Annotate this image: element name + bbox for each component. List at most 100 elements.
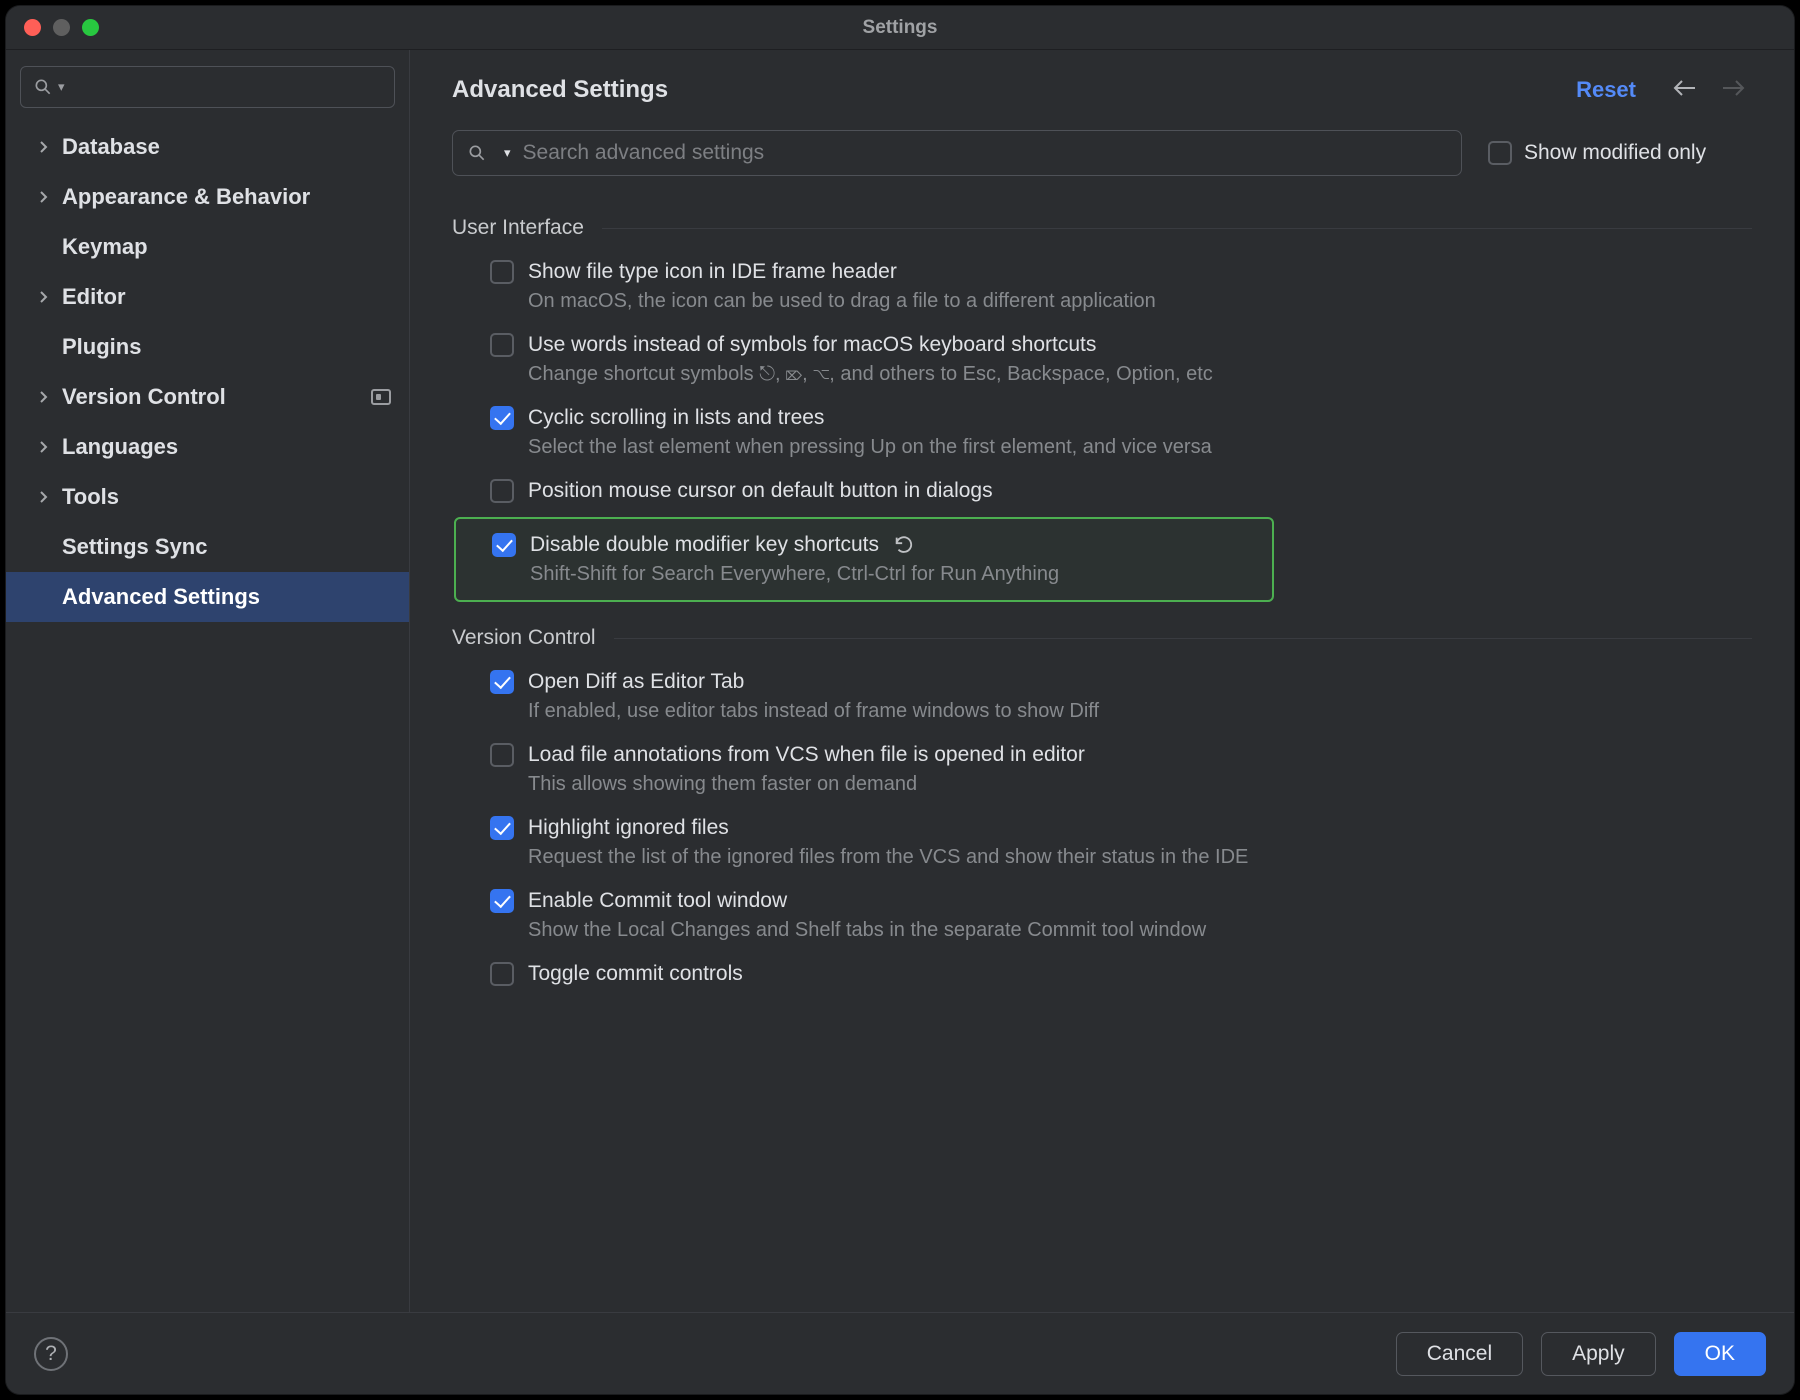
reset-link[interactable]: Reset <box>1576 77 1636 103</box>
sidebar-item-version-control[interactable]: Version Control <box>6 372 409 422</box>
footer: ? Cancel Apply OK <box>6 1312 1794 1394</box>
sidebar-item-label: Database <box>62 134 160 160</box>
sidebar-item-label: Appearance & Behavior <box>62 184 310 210</box>
sidebar-search[interactable]: ▾ <box>20 66 395 108</box>
maximize-icon[interactable] <box>82 19 99 36</box>
chevron-right-icon <box>38 291 62 303</box>
chevron-right-icon <box>38 141 62 153</box>
settings-tree: Database Appearance & Behavior Keymap Edito… <box>6 122 409 1312</box>
sidebar-item-label: Editor <box>62 284 126 310</box>
option-row: Highlight ignored files Request the list … <box>452 806 1752 879</box>
section-title: User Interface <box>452 216 1752 240</box>
ok-button[interactable]: OK <box>1674 1332 1766 1376</box>
checkbox[interactable] <box>490 479 514 503</box>
show-modified-label: Show modified only <box>1524 141 1706 165</box>
option-label[interactable]: Cyclic scrolling in lists and trees <box>528 406 824 430</box>
show-modified-only[interactable]: Show modified only <box>1488 141 1706 165</box>
revert-icon[interactable] <box>893 534 915 556</box>
chevron-right-icon <box>38 441 62 453</box>
close-icon[interactable] <box>24 19 41 36</box>
chevron-right-icon <box>38 391 62 403</box>
search-icon <box>467 143 487 163</box>
sidebar-item-label: Plugins <box>62 334 141 360</box>
sidebar-item-tools[interactable]: Tools <box>6 472 409 522</box>
option-label[interactable]: Show file type icon in IDE frame header <box>528 260 897 284</box>
sidebar-item-settings-sync[interactable]: Settings Sync <box>6 522 409 572</box>
checkbox[interactable] <box>490 670 514 694</box>
option-description: If enabled, use editor tabs instead of f… <box>528 700 1752 723</box>
sidebar-item-plugins[interactable]: Plugins <box>6 322 409 372</box>
option-row: Disable double modifier key shortcuts Shi… <box>454 517 1274 602</box>
sidebar-item-label: Version Control <box>62 384 226 410</box>
sidebar-item-advanced-settings[interactable]: Advanced Settings <box>6 572 409 622</box>
option-description: Select the last element when pressing Up… <box>528 436 1752 459</box>
window-title: Settings <box>6 17 1794 39</box>
checkbox[interactable] <box>1488 141 1512 165</box>
chevron-down-icon: ▾ <box>504 145 511 161</box>
modified-indicator-icon <box>371 389 391 405</box>
sidebar-item-label: Tools <box>62 484 119 510</box>
settings-content: User Interface Show file type icon in IDE… <box>410 182 1794 1312</box>
option-description: On macOS, the icon can be used to drag a… <box>528 290 1752 313</box>
checkbox[interactable] <box>490 743 514 767</box>
option-label[interactable]: Position mouse cursor on default button … <box>528 479 993 503</box>
checkbox[interactable] <box>490 333 514 357</box>
option-row: Cyclic scrolling in lists and trees Selec… <box>452 396 1752 469</box>
section-user-interface: User Interface Show file type icon in IDE… <box>452 216 1752 602</box>
option-label[interactable]: Load file annotations from VCS when file… <box>528 743 1085 767</box>
forward-button[interactable] <box>1720 78 1746 103</box>
cancel-button[interactable]: Cancel <box>1396 1332 1523 1376</box>
sidebar-item-appearance-behavior[interactable]: Appearance & Behavior <box>6 172 409 222</box>
option-row: Position mouse cursor on default button … <box>452 469 1752 513</box>
option-label[interactable]: Use words instead of symbols for macOS k… <box>528 333 1096 357</box>
sidebar: ▾ Database Appearance & Behavior Keymap Edi… <box>6 50 410 1312</box>
option-label[interactable]: Highlight ignored files <box>528 816 729 840</box>
sidebar-item-label: Settings Sync <box>62 534 207 560</box>
sidebar-item-keymap[interactable]: Keymap <box>6 222 409 272</box>
chevron-right-icon <box>38 491 62 503</box>
chevron-right-icon <box>38 191 62 203</box>
sidebar-item-label: Keymap <box>62 234 148 260</box>
apply-button[interactable]: Apply <box>1541 1332 1656 1376</box>
traffic-lights <box>6 19 99 36</box>
minimize-icon[interactable] <box>53 19 70 36</box>
sidebar-item-editor[interactable]: Editor <box>6 272 409 322</box>
sidebar-item-languages[interactable]: Languages <box>6 422 409 472</box>
checkbox[interactable] <box>490 889 514 913</box>
option-description: Shift-Shift for Search Everywhere, Ctrl-… <box>530 563 1254 586</box>
sidebar-item-label: Languages <box>62 434 178 460</box>
option-description: Change shortcut symbols ⎋, ⌦, ⌥, and oth… <box>528 363 1752 386</box>
option-description: This allows showing them faster on deman… <box>528 773 1752 796</box>
settings-window: Settings ▾ Database Appearance & Behavior… <box>6 6 1794 1394</box>
checkbox[interactable] <box>490 816 514 840</box>
checkbox[interactable] <box>490 406 514 430</box>
sidebar-item-label: Advanced Settings <box>62 584 260 610</box>
main-panel: Advanced Settings Reset ▾ <box>410 50 1794 1312</box>
help-button[interactable]: ? <box>34 1337 68 1371</box>
option-label[interactable]: Disable double modifier key shortcuts <box>530 533 879 557</box>
titlebar: Settings <box>6 6 1794 50</box>
option-label[interactable]: Enable Commit tool window <box>528 889 787 913</box>
option-row: Toggle commit controls <box>452 952 1752 996</box>
nav-arrows <box>1672 78 1752 103</box>
advanced-search-input[interactable] <box>523 141 1447 165</box>
checkbox[interactable] <box>490 260 514 284</box>
option-label[interactable]: Toggle commit controls <box>528 962 743 986</box>
option-row: Load file annotations from VCS when file… <box>452 733 1752 806</box>
advanced-search[interactable]: ▾ <box>452 130 1462 176</box>
option-row: Use words instead of symbols for macOS k… <box>452 323 1752 396</box>
option-description: Request the list of the ignored files fr… <box>528 846 1752 869</box>
section-version-control: Version Control Open Diff as Editor Tab If… <box>452 626 1752 996</box>
checkbox[interactable] <box>490 962 514 986</box>
back-button[interactable] <box>1672 78 1698 103</box>
section-title: Version Control <box>452 626 1752 650</box>
checkbox[interactable] <box>492 533 516 557</box>
page-title: Advanced Settings <box>452 76 668 104</box>
search-icon <box>33 77 53 97</box>
option-row: Open Diff as Editor Tab If enabled, use e… <box>452 660 1752 733</box>
option-row: Show file type icon in IDE frame header O… <box>452 250 1752 323</box>
sidebar-item-database[interactable]: Database <box>6 122 409 172</box>
option-row: Enable Commit tool windowShow the Local … <box>452 879 1752 952</box>
option-label[interactable]: Open Diff as Editor Tab <box>528 670 744 694</box>
chevron-down-icon: ▾ <box>58 79 65 95</box>
